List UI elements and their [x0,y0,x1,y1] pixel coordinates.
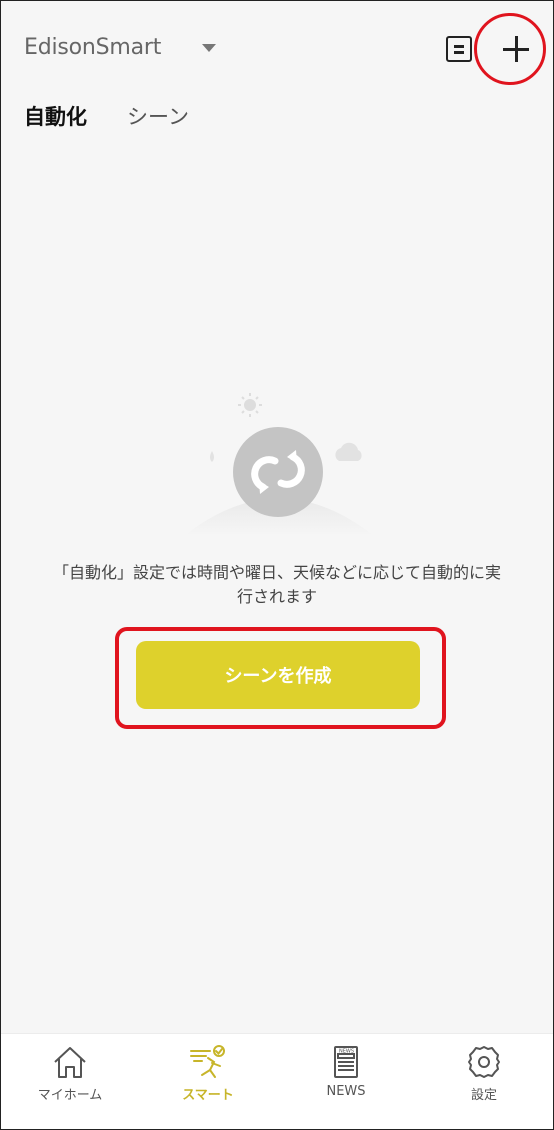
description-line-1: 「自動化」設定では時間や曜日、天候などに応じて自動的に実 [52,563,501,582]
bottom-nav: マイホーム スマート NEWS NEWS 設定 [1,1033,553,1129]
cloud-icon [335,442,362,461]
home-icon [54,1047,86,1078]
log-icon-line [454,51,464,54]
description-line-2: 行されます [236,587,317,606]
home-selector-label[interactable]: EdisonSmart [24,35,161,60]
tab-scene[interactable]: シーン [127,101,189,131]
app-frame: EdisonSmart 自動化 シーン 「自動化」設定では時間や曜日、天候などに… [0,0,554,1130]
nav-label: スマート [182,1088,234,1103]
nav-item-myhome[interactable]: マイホーム [1,1034,139,1129]
log-icon-line [454,45,464,48]
empty-state-description: 「自動化」設定では時間や曜日、天候などに応じて自動的に実 行されます [21,561,533,609]
create-scene-button[interactable]: シーンを作成 [136,641,420,709]
loop-circle [233,427,323,517]
header: EdisonSmart [1,1,553,101]
nav-item-settings[interactable]: 設定 [415,1034,553,1129]
log-icon[interactable] [446,36,472,62]
nav-label: 設定 [470,1088,497,1103]
plus-icon [515,36,518,62]
add-button[interactable] [474,9,552,87]
nav-item-news[interactable]: NEWS NEWS [277,1034,415,1129]
gear-icon [468,1046,500,1078]
nav-label: NEWS [326,1084,366,1099]
smart-icon [190,1045,225,1078]
svg-text:NEWS: NEWS [339,1049,354,1055]
nav-item-smart[interactable]: スマート [139,1034,277,1129]
automation-loop-icon [184,393,374,536]
tab-automation[interactable]: 自動化 [24,101,87,131]
nav-label: マイホーム [37,1088,103,1103]
news-icon: NEWS [334,1046,358,1078]
sun-icon [238,393,262,417]
caret-down-icon[interactable] [202,44,216,52]
raindrop-icon [210,451,214,462]
